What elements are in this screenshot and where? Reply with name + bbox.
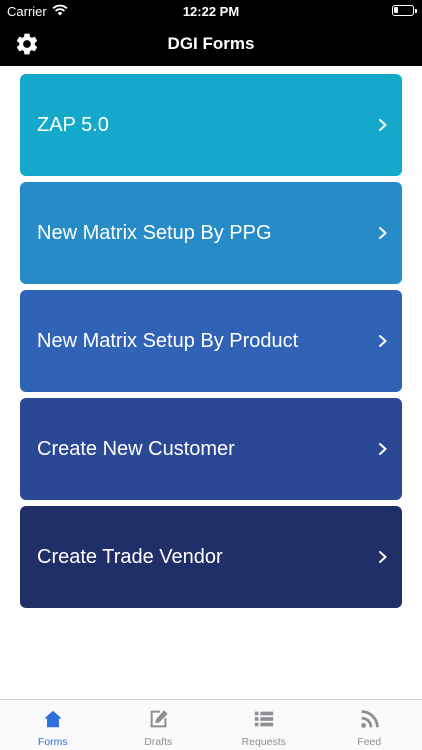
form-card-label: Create Trade Vendor [37, 546, 223, 568]
chevron-right-icon [379, 443, 387, 455]
tab-requests[interactable]: Requests [211, 700, 317, 750]
battery-icon [392, 5, 417, 16]
form-list: ZAP 5.0 New Matrix Setup By PPG New Matr… [20, 74, 402, 614]
tab-label: Requests [241, 736, 286, 748]
chevron-right-icon [379, 551, 387, 563]
tab-label: Feed [357, 736, 382, 748]
tab-bar: Forms Drafts Requests Feed [0, 699, 422, 750]
page-title: DGI Forms [167, 34, 255, 53]
status-bar: Carrier 12:22 PM [0, 0, 422, 22]
tab-drafts[interactable]: Drafts [106, 700, 212, 750]
form-card-label: New Matrix Setup By PPG [37, 222, 272, 244]
chevron-right-icon [379, 335, 387, 347]
form-card-label: ZAP 5.0 [37, 114, 109, 136]
home-icon [44, 710, 62, 728]
chevron-right-icon [379, 119, 387, 131]
chevron-right-icon [379, 227, 387, 239]
tab-feed[interactable]: Feed [317, 700, 422, 750]
form-card-new-customer[interactable]: Create New Customer [20, 398, 402, 500]
form-card-zap[interactable]: ZAP 5.0 [20, 74, 402, 176]
navigation-bar: DGI Forms [0, 22, 422, 66]
tab-forms[interactable]: Forms [0, 700, 106, 750]
list-icon [254, 711, 274, 727]
tab-label: Drafts [144, 736, 173, 748]
edit-icon [150, 710, 168, 728]
form-card-trade-vendor[interactable]: Create Trade Vendor [20, 506, 402, 608]
clock: 12:22 PM [182, 4, 240, 19]
form-card-label: Create New Customer [37, 438, 235, 460]
rss-icon [360, 710, 379, 728]
form-card-matrix-ppg[interactable]: New Matrix Setup By PPG [20, 182, 402, 284]
form-card-label: New Matrix Setup By Product [37, 330, 299, 352]
tab-label: Forms [37, 736, 68, 748]
form-card-matrix-product[interactable]: New Matrix Setup By Product [20, 290, 402, 392]
